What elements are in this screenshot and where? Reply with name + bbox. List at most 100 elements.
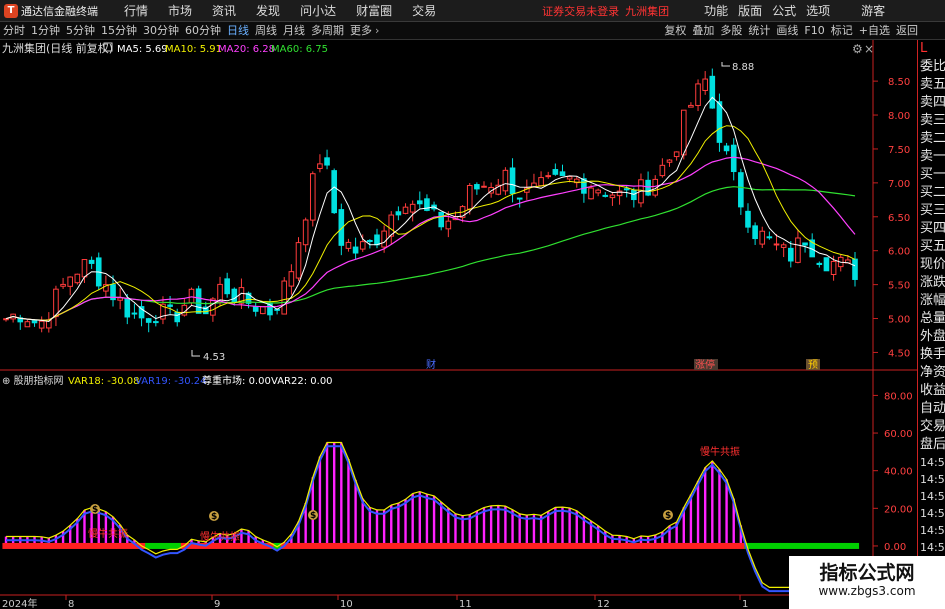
- candle-body[interactable]: [566, 176, 573, 180]
- candle-body[interactable]: [802, 242, 808, 246]
- candle-body[interactable]: [174, 311, 181, 323]
- side-item[interactable]: 净资: [918, 364, 945, 382]
- candle-body[interactable]: [766, 236, 773, 239]
- tab-monthly[interactable]: 月线: [280, 22, 308, 40]
- candle-body[interactable]: [787, 247, 794, 262]
- candle-body[interactable]: [645, 179, 651, 196]
- mark-button[interactable]: 标记: [828, 22, 856, 40]
- tab-weekly[interactable]: 周线: [252, 22, 280, 40]
- tab-intraday[interactable]: 分时: [0, 22, 28, 40]
- candle-body[interactable]: [367, 239, 373, 242]
- candle-body[interactable]: [295, 242, 302, 279]
- candle-body[interactable]: [352, 246, 359, 254]
- menu-options[interactable]: 选项: [801, 0, 835, 22]
- tab-more[interactable]: 更多: [347, 22, 375, 40]
- candle-body[interactable]: [317, 163, 323, 169]
- candle-body[interactable]: [402, 206, 409, 214]
- side-item[interactable]: 涨幅: [918, 292, 945, 310]
- candle-body[interactable]: [673, 151, 680, 158]
- candle-body[interactable]: [124, 298, 131, 318]
- candle-body[interactable]: [830, 260, 837, 275]
- candle-body[interactable]: [359, 241, 366, 250]
- side-item[interactable]: 买三: [918, 202, 945, 220]
- candle-body[interactable]: [345, 241, 352, 249]
- side-item[interactable]: 卖五: [918, 76, 945, 94]
- candle-body[interactable]: [60, 283, 66, 287]
- candle-body[interactable]: [117, 297, 123, 301]
- stats-button[interactable]: 统计: [745, 22, 773, 40]
- candle-body[interactable]: [309, 173, 316, 221]
- candle-body[interactable]: [545, 175, 552, 178]
- candle-body[interactable]: [716, 101, 723, 143]
- candle-body[interactable]: [302, 219, 309, 246]
- menu-layout[interactable]: 版面: [733, 0, 767, 22]
- candle-body[interactable]: [445, 220, 452, 230]
- chart-area[interactable]: 九洲集团(日线 前复权) MA5: 5.69 MA10: 5.91 MA20: …: [0, 40, 917, 609]
- side-item[interactable]: 14:56: [918, 522, 945, 539]
- candle-body[interactable]: [795, 237, 801, 263]
- tab-30min[interactable]: 30分钟: [140, 22, 182, 40]
- side-item[interactable]: 买二: [918, 184, 945, 202]
- side-item[interactable]: 收益: [918, 382, 945, 400]
- side-item[interactable]: 卖二: [918, 130, 945, 148]
- candle-body[interactable]: [759, 230, 766, 245]
- candle-body[interactable]: [324, 157, 330, 166]
- candle-body[interactable]: [210, 298, 216, 316]
- candle-body[interactable]: [281, 280, 288, 315]
- candle-body[interactable]: [823, 257, 830, 272]
- tab-5min[interactable]: 5分钟: [63, 22, 98, 40]
- side-item[interactable]: 外盘: [918, 328, 945, 346]
- side-item[interactable]: 买四: [918, 220, 945, 238]
- adjust-button[interactable]: 复权: [661, 22, 689, 40]
- chevron-right-icon[interactable]: ›: [375, 24, 379, 37]
- candle-body[interactable]: [131, 312, 138, 315]
- candle-body[interactable]: [752, 225, 758, 240]
- candle-body[interactable]: [38, 320, 45, 329]
- side-item[interactable]: 交易: [918, 418, 945, 436]
- candle-body[interactable]: [381, 230, 387, 248]
- candle-body[interactable]: [852, 258, 858, 280]
- candle-body[interactable]: [609, 194, 616, 199]
- tab-15min[interactable]: 15分钟: [98, 22, 140, 40]
- candle-body[interactable]: [538, 177, 544, 187]
- side-item[interactable]: 自动: [918, 400, 945, 418]
- tab-daily[interactable]: 日线: [224, 22, 252, 40]
- tab-60min[interactable]: 60分钟: [182, 22, 224, 40]
- user-label[interactable]: 游客: [851, 0, 895, 22]
- candle-body[interactable]: [738, 172, 744, 208]
- candle-body[interactable]: [3, 318, 9, 321]
- candle-body[interactable]: [153, 321, 159, 324]
- menu-function[interactable]: 功能: [699, 0, 733, 22]
- side-item[interactable]: 买一: [918, 166, 945, 184]
- menu-trade[interactable]: 交易: [402, 0, 446, 22]
- side-item[interactable]: 买五: [918, 238, 945, 256]
- candle-body[interactable]: [745, 210, 751, 228]
- candle-body[interactable]: [167, 304, 173, 307]
- candlesticks[interactable]: [3, 68, 858, 333]
- menu-discover[interactable]: 发现: [246, 0, 290, 22]
- candle-body[interactable]: [331, 170, 337, 214]
- side-item[interactable]: 14:56: [918, 488, 945, 505]
- candle-body[interactable]: [88, 259, 95, 264]
- side-item[interactable]: 卖三: [918, 112, 945, 130]
- candle-body[interactable]: [516, 197, 523, 200]
- window-controls[interactable]: ⚙ ×: [852, 42, 874, 56]
- side-item[interactable]: 14:56: [918, 539, 945, 556]
- candle-body[interactable]: [188, 288, 195, 304]
- side-item[interactable]: 卖一: [918, 148, 945, 166]
- candle-body[interactable]: [509, 167, 516, 195]
- candle-body[interactable]: [702, 78, 708, 91]
- side-item[interactable]: 14:56: [918, 454, 945, 471]
- multi-stock-button[interactable]: 多股: [717, 22, 745, 40]
- candle-body[interactable]: [260, 306, 266, 315]
- candle-body[interactable]: [502, 169, 509, 192]
- candle-body[interactable]: [24, 321, 31, 328]
- candle-body[interactable]: [816, 262, 823, 265]
- candle-body[interactable]: [224, 278, 230, 295]
- side-header[interactable]: L: [918, 40, 945, 58]
- candle-body[interactable]: [195, 288, 202, 314]
- side-item[interactable]: 14:56: [918, 471, 945, 488]
- side-item[interactable]: 换手: [918, 346, 945, 364]
- side-item[interactable]: 涨跌: [918, 274, 945, 292]
- candle-body[interactable]: [666, 159, 673, 163]
